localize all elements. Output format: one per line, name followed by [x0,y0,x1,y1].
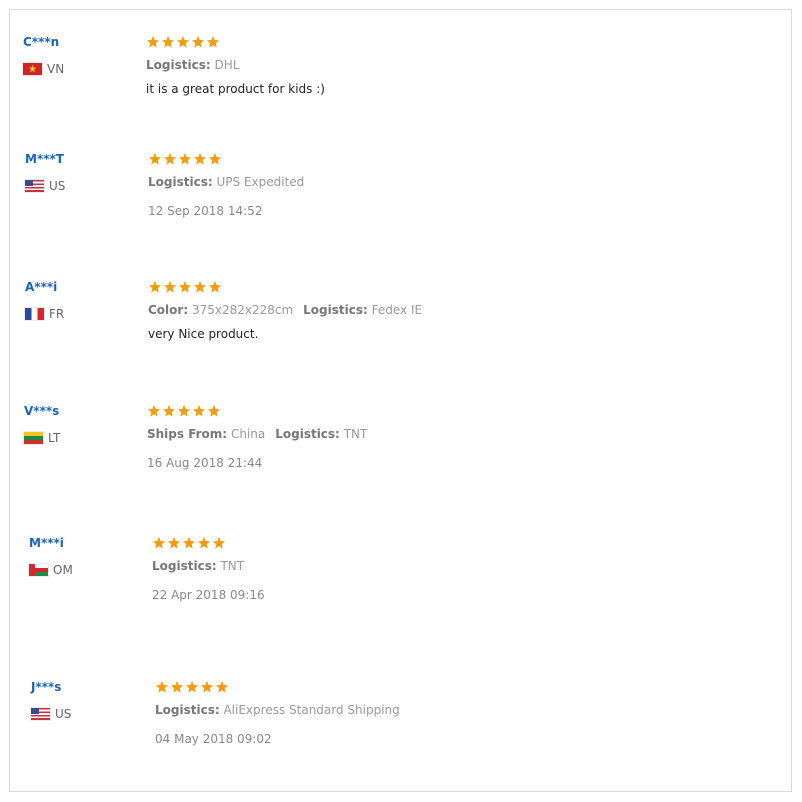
attribute-value: TNT [220,559,245,573]
attribute-label: Color: [148,303,189,317]
reviewer-name[interactable]: M***T [25,152,64,166]
star-icon [148,280,162,293]
star-icon [178,152,192,165]
star-icon [193,280,207,293]
star-icon [207,404,221,417]
country-code: US [55,707,72,721]
star-icon [176,35,190,48]
country-code: US [49,179,66,193]
star-icon [182,536,196,549]
country-code: OM [53,563,73,577]
attribute-value: AliExpress Standard Shipping [223,703,400,717]
star-rating [148,280,222,294]
oman-flag-icon [29,564,48,576]
review-attributes: Logistics: DHL [146,58,239,72]
star-icon [191,35,205,48]
reviews-panel: C***n VN Logistics: DHL it is a great pr… [9,9,792,792]
star-icon [178,280,192,293]
star-icon [200,680,214,693]
star-icon [208,280,222,293]
reviewer-name[interactable]: M***i [29,536,64,550]
review-attributes: Ships From: China Logistics: TNT [147,427,367,441]
star-icon [152,536,166,549]
star-icon [162,404,176,417]
country-code: LT [48,431,61,445]
star-icon [155,680,169,693]
reviewer-country: US [31,707,71,721]
attribute-label: Logistics: [275,427,340,441]
attribute-value: Fedex IE [371,303,423,317]
star-icon [212,536,226,549]
star-icon [163,152,177,165]
star-icon [197,536,211,549]
review-attributes: Logistics: UPS Expedited [148,175,304,189]
usa-flag-icon [25,180,44,192]
star-rating [147,404,221,418]
reviewer-name[interactable]: A***i [25,280,57,294]
review-date: 04 May 2018 09:02 [155,732,272,746]
star-rating [155,680,229,694]
country-code: VN [47,62,65,76]
usa-flag-icon [31,708,50,720]
attribute-value: DHL [214,58,240,72]
star-icon [167,536,181,549]
review-date: 16 Aug 2018 21:44 [147,456,263,470]
review-date: 12 Sep 2018 14:52 [148,204,263,218]
star-icon [206,35,220,48]
review-attributes: Logistics: AliExpress Standard Shipping [155,703,400,717]
attribute-label: Logistics: [146,58,211,72]
attribute-label: Logistics: [152,559,217,573]
star-icon [170,680,184,693]
star-icon [215,680,229,693]
attribute-label: Logistics: [155,703,220,717]
attribute-value: 375x282x228cm [191,303,294,317]
france-flag-icon [25,308,44,320]
star-icon [177,404,191,417]
review-date: 22 Apr 2018 09:16 [152,588,265,602]
attribute-value: TNT [343,427,368,441]
attribute-label: Logistics: [303,303,368,317]
star-icon [208,152,222,165]
star-rating [146,35,220,49]
attribute-value: China [230,427,266,441]
reviewer-country: LT [24,431,60,445]
reviewer-name[interactable]: V***s [24,404,59,418]
star-rating [152,536,226,550]
attribute-label: Ships From: [147,427,228,441]
star-rating [148,152,222,166]
attribute-value: UPS Expedited [216,175,305,189]
review-text: very Nice product. [148,327,259,341]
star-icon [147,404,161,417]
star-icon [163,280,177,293]
reviewer-country: US [25,179,65,193]
country-code: FR [49,307,65,321]
reviewer-country: FR [25,307,64,321]
review-attributes: Logistics: TNT [152,559,244,573]
reviewer-name[interactable]: C***n [23,35,59,49]
review-attributes: Color: 375x282x228cm Logistics: Fedex IE [148,303,422,317]
star-icon [192,404,206,417]
attribute-label: Logistics: [148,175,213,189]
star-icon [146,35,160,48]
vietnam-flag-icon [23,63,42,75]
reviewer-country: OM [29,563,73,577]
star-icon [148,152,162,165]
lithuania-flag-icon [24,432,43,444]
review-text: it is a great product for kids :) [146,82,325,96]
star-icon [161,35,175,48]
reviewer-country: VN [23,62,64,76]
reviewer-name[interactable]: J***s [31,680,61,694]
star-icon [185,680,199,693]
star-icon [193,152,207,165]
